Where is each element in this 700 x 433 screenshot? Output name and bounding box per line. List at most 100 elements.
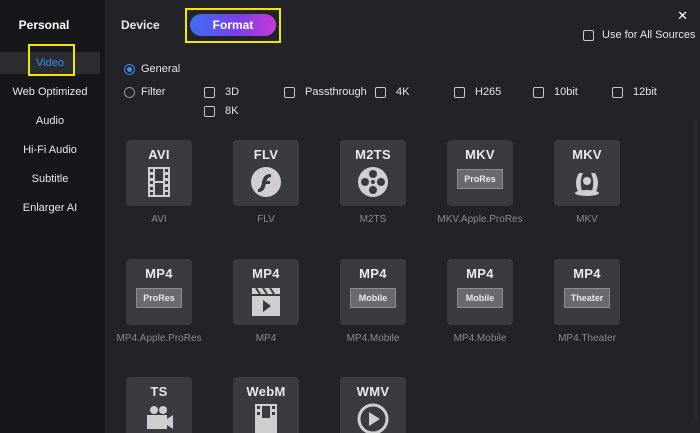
sidebar-item-hifi-audio[interactable]: Hi-Fi Audio — [0, 139, 100, 161]
filter-passthrough-label: Passthrough — [305, 86, 367, 98]
tab-device[interactable]: Device — [121, 18, 160, 32]
use-for-all-sources-checkbox[interactable] — [583, 29, 594, 41]
mobile-badge: Mobile — [457, 288, 503, 308]
format-tile-mp4-prores[interactable]: MP4 ProRes MP4.Apple.ProRes — [109, 259, 209, 344]
radio-general-label: General — [141, 63, 181, 75]
filter-8k-checkbox[interactable] — [204, 105, 215, 117]
filter-10bit[interactable]: 10bit — [533, 86, 578, 98]
format-mp4-card[interactable]: MP4 — [233, 259, 299, 325]
mobile-badge: Mobile — [350, 288, 396, 308]
theater-badge: Theater — [564, 288, 610, 308]
sidebar-item-enlarger-ai[interactable]: Enlarger AI — [0, 197, 100, 219]
radio-general-dot[interactable] — [124, 63, 135, 75]
format-mkv-prores-label: MKV.Apple.ProRes — [437, 214, 523, 225]
format-mp4-mobile-card[interactable]: MP4 Mobile — [340, 259, 406, 325]
filter-10bit-checkbox[interactable] — [533, 86, 544, 98]
sidebar-title: Personal — [18, 18, 70, 32]
format-m2ts-label: M2TS — [359, 214, 387, 225]
format-mkv-prores-card[interactable]: MKV ProRes — [447, 140, 513, 206]
format-tile-avi[interactable]: AVI AVI — [109, 140, 209, 225]
sidebar: Personal Video Web Optimized Audio Hi-Fi… — [0, 0, 105, 433]
format-avi-card[interactable]: AVI — [126, 140, 192, 206]
format-mp4-theater-name: MP4 — [573, 266, 601, 281]
filter-4k-label: 4K — [396, 86, 410, 98]
filter-4k[interactable]: 4K — [375, 86, 409, 98]
play-circle-icon — [357, 403, 389, 433]
filter-4k-checkbox[interactable] — [375, 86, 386, 98]
format-mkv-label: MKV — [576, 214, 598, 225]
prores-badge: ProRes — [136, 288, 182, 308]
filter-10bit-label: 10bit — [554, 86, 578, 98]
filter-8k[interactable]: 8K — [204, 105, 238, 117]
camera-icon — [147, 406, 173, 429]
sidebar-item-web-optimized[interactable]: Web Optimized — [0, 81, 100, 103]
format-mkv-name: MKV — [572, 147, 602, 162]
filter-passthrough[interactable]: Passthrough — [284, 86, 367, 98]
format-tile-mkv-prores[interactable]: MKV ProRes MKV.Apple.ProRes — [430, 140, 530, 225]
filter-h265-label: H265 — [475, 86, 502, 98]
format-tile-mp4-mobile-2[interactable]: MP4 Mobile MP4.Mobile — [430, 259, 530, 344]
sidebar-item-video[interactable]: Video — [0, 52, 100, 74]
format-flv-label: FLV — [257, 214, 275, 225]
format-tile-wmv[interactable]: WMV — [323, 377, 423, 433]
scrollbar[interactable] — [694, 120, 697, 420]
filter-8k-label: 8K — [225, 105, 239, 117]
prores-badge: ProRes — [457, 169, 503, 189]
format-mp4-mobile-2-label: MP4.Mobile — [453, 333, 507, 344]
use-for-all-sources[interactable]: Use for All Sources — [583, 29, 700, 41]
format-tile-mp4-theater[interactable]: MP4 Theater MP4.Theater — [537, 259, 637, 344]
format-mp4-prores-card[interactable]: MP4 ProRes — [126, 259, 192, 325]
format-webm-name: WebM — [246, 384, 286, 399]
format-mp4-label: MP4 — [255, 333, 277, 344]
format-tile-m2ts[interactable]: M2TS M2TS — [323, 140, 423, 225]
format-webm-card[interactable]: WebM — [233, 377, 299, 433]
format-wmv-card[interactable]: WMV — [340, 377, 406, 433]
close-icon[interactable]: ✕ — [677, 8, 688, 24]
format-mp4-mobile-label: MP4.Mobile — [346, 333, 400, 344]
radio-general[interactable]: General — [124, 63, 180, 75]
filter-passthrough-checkbox[interactable] — [284, 86, 295, 98]
format-mp4-prores-name: MP4 — [145, 266, 173, 281]
format-mp4-name: MP4 — [252, 266, 280, 281]
main-panel: Device Format ✕ Use for All Sources Gene… — [105, 0, 700, 433]
format-avi-label: AVI — [151, 214, 167, 225]
format-tile-ts[interactable]: TS — [109, 377, 209, 433]
film-reel-icon — [358, 167, 388, 197]
filter-12bit-label: 12bit — [633, 86, 657, 98]
format-mp4-mobile-2-name: MP4 — [466, 266, 494, 281]
format-tile-mp4-mobile[interactable]: MP4 Mobile MP4.Mobile — [323, 259, 423, 344]
format-flv-card[interactable]: FLV — [233, 140, 299, 206]
radio-filter-dot[interactable] — [124, 86, 135, 98]
filter-3d[interactable]: 3D — [204, 86, 239, 98]
format-ts-card[interactable]: TS — [126, 377, 192, 433]
format-mp4-prores-label: MP4.Apple.ProRes — [116, 333, 202, 344]
filter-3d-checkbox[interactable] — [204, 86, 215, 98]
format-mkv-card[interactable]: MKV — [554, 140, 620, 206]
flash-icon — [251, 167, 281, 197]
film-icon — [255, 404, 277, 433]
format-mp4-theater-label: MP4.Theater — [558, 333, 616, 344]
film-icon — [148, 167, 170, 197]
use-for-all-sources-label: Use for All Sources — [602, 29, 696, 41]
sidebar-item-audio[interactable]: Audio — [0, 110, 100, 132]
radio-filter[interactable]: Filter — [124, 86, 165, 98]
tab-format[interactable]: Format — [190, 14, 276, 36]
filter-h265-checkbox[interactable] — [454, 86, 465, 98]
sidebar-item-subtitle[interactable]: Subtitle — [0, 168, 100, 190]
format-mp4-theater-card[interactable]: MP4 Theater — [554, 259, 620, 325]
filter-12bit-checkbox[interactable] — [612, 86, 623, 98]
filter-12bit[interactable]: 12bit — [612, 86, 657, 98]
format-mp4-mobile-2-card[interactable]: MP4 Mobile — [447, 259, 513, 325]
format-avi-name: AVI — [148, 147, 170, 162]
format-tile-webm[interactable]: WebM — [216, 377, 316, 433]
format-m2ts-card[interactable]: M2TS — [340, 140, 406, 206]
format-tile-mp4[interactable]: MP4 MP4 — [216, 259, 316, 344]
format-tile-flv[interactable]: FLV FLV — [216, 140, 316, 225]
format-flv-name: FLV — [253, 147, 279, 162]
format-wmv-name: WMV — [356, 384, 390, 399]
format-ts-name: TS — [150, 384, 168, 399]
format-tile-mkv[interactable]: MKV MKV — [537, 140, 637, 225]
filter-3d-label: 3D — [225, 86, 240, 98]
filter-h265[interactable]: H265 — [454, 86, 501, 98]
format-mp4-mobile-name: MP4 — [359, 266, 387, 281]
